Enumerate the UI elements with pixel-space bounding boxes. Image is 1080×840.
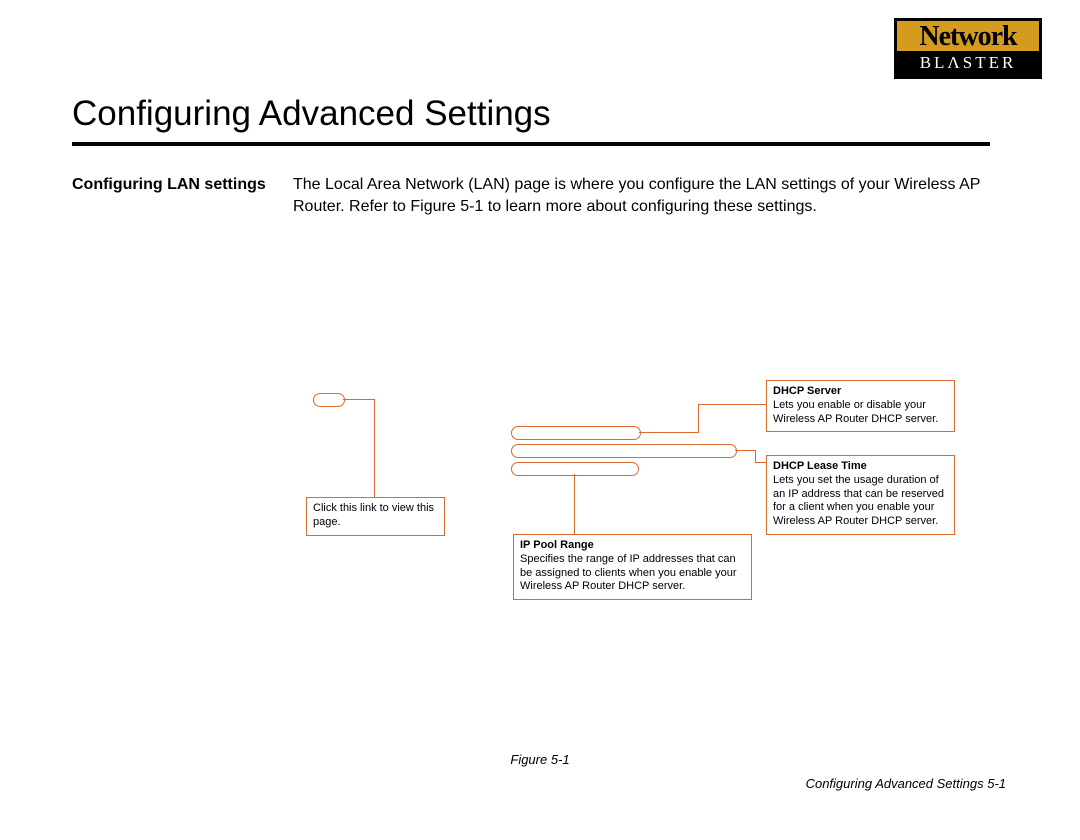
highlight-pill-dhcp-lease bbox=[511, 444, 737, 458]
callout-title: IP Pool Range bbox=[520, 539, 594, 551]
connector-line bbox=[755, 450, 756, 462]
section-heading: Configuring LAN settings bbox=[72, 174, 267, 196]
callout-dhcp-lease: DHCP Lease Time Lets you set the usage d… bbox=[766, 455, 955, 535]
page-title: Configuring Advanced Settings bbox=[72, 94, 551, 134]
connector-line bbox=[574, 474, 575, 534]
connector-line bbox=[343, 399, 375, 400]
highlight-pill-dhcp-server bbox=[511, 426, 641, 440]
figure-caption: Figure 5-1 bbox=[0, 752, 1080, 767]
callout-link-hint: Click this link to view this page. bbox=[306, 497, 445, 536]
brand-logo: Network BLΛSTER bbox=[894, 18, 1042, 79]
callout-text: Click this link to view this page. bbox=[313, 502, 434, 528]
callout-title: DHCP Lease Time bbox=[773, 460, 867, 472]
callout-text: Specifies the range of IP addresses that… bbox=[520, 553, 736, 593]
logo-top-text: Network bbox=[897, 21, 1039, 51]
logo-bottom-text: BLΛSTER bbox=[897, 51, 1039, 76]
connector-line bbox=[639, 432, 699, 433]
connector-line bbox=[698, 404, 699, 433]
connector-line bbox=[374, 399, 375, 497]
section-body: The Local Area Network (LAN) page is whe… bbox=[293, 174, 993, 217]
callout-ip-pool: IP Pool Range Specifies the range of IP … bbox=[513, 534, 752, 600]
highlight-pill-ip-pool bbox=[511, 462, 639, 476]
connector-line bbox=[698, 404, 766, 405]
highlight-pill-link bbox=[313, 393, 345, 407]
page-footer: Configuring Advanced Settings 5-1 bbox=[806, 776, 1006, 791]
connector-line bbox=[735, 450, 756, 451]
callout-title: DHCP Server bbox=[773, 385, 841, 397]
title-rule bbox=[72, 142, 990, 146]
callout-text: Lets you enable or disable your Wireless… bbox=[773, 399, 938, 425]
callout-text: Lets you set the usage duration of an IP… bbox=[773, 474, 944, 527]
callout-dhcp-server: DHCP Server Lets you enable or disable y… bbox=[766, 380, 955, 432]
